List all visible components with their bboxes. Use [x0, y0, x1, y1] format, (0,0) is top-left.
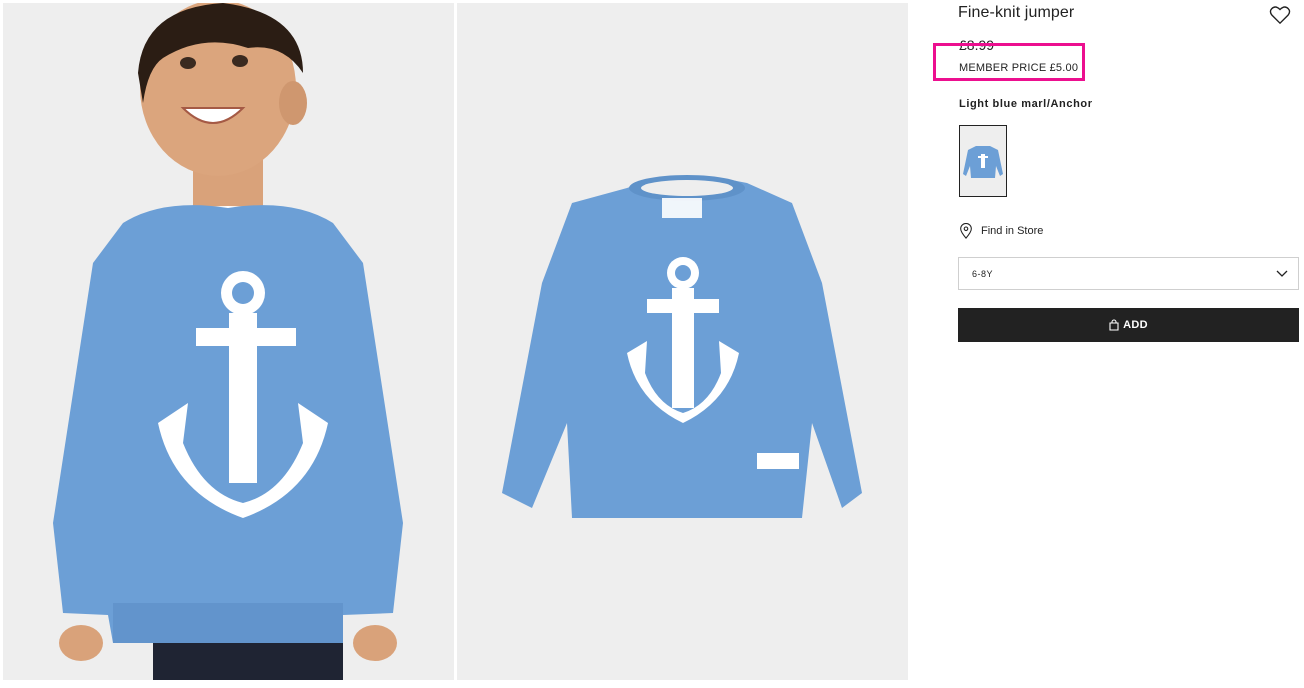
find-in-store-link[interactable]: Find in Store	[959, 222, 1043, 240]
heart-icon[interactable]	[1269, 5, 1291, 25]
size-select-value: 6-8Y	[972, 269, 994, 279]
product-title: Fine-knit jumper	[958, 4, 1075, 21]
shopping-bag-icon	[1109, 319, 1119, 331]
chevron-down-icon	[1276, 270, 1288, 277]
add-to-bag-button[interactable]: ADD	[958, 308, 1299, 342]
flat-lay-photo[interactable]	[457, 3, 908, 680]
color-swatch[interactable]	[959, 125, 1007, 197]
color-name: Light blue marl/Anchor	[959, 98, 1093, 110]
regular-price: £8.99	[959, 37, 995, 53]
product-details: Fine-knit jumper £8.99 MEMBER PRICE £5.0…	[958, 0, 1301, 688]
size-select[interactable]: 6-8Y	[958, 257, 1299, 290]
add-button-label: ADD	[1123, 319, 1148, 331]
product-gallery	[0, 0, 910, 688]
location-pin-icon	[960, 223, 972, 239]
find-in-store-label: Find in Store	[981, 225, 1044, 237]
member-price: MEMBER PRICE £5.00	[959, 62, 1079, 74]
model-photo[interactable]	[3, 3, 454, 680]
